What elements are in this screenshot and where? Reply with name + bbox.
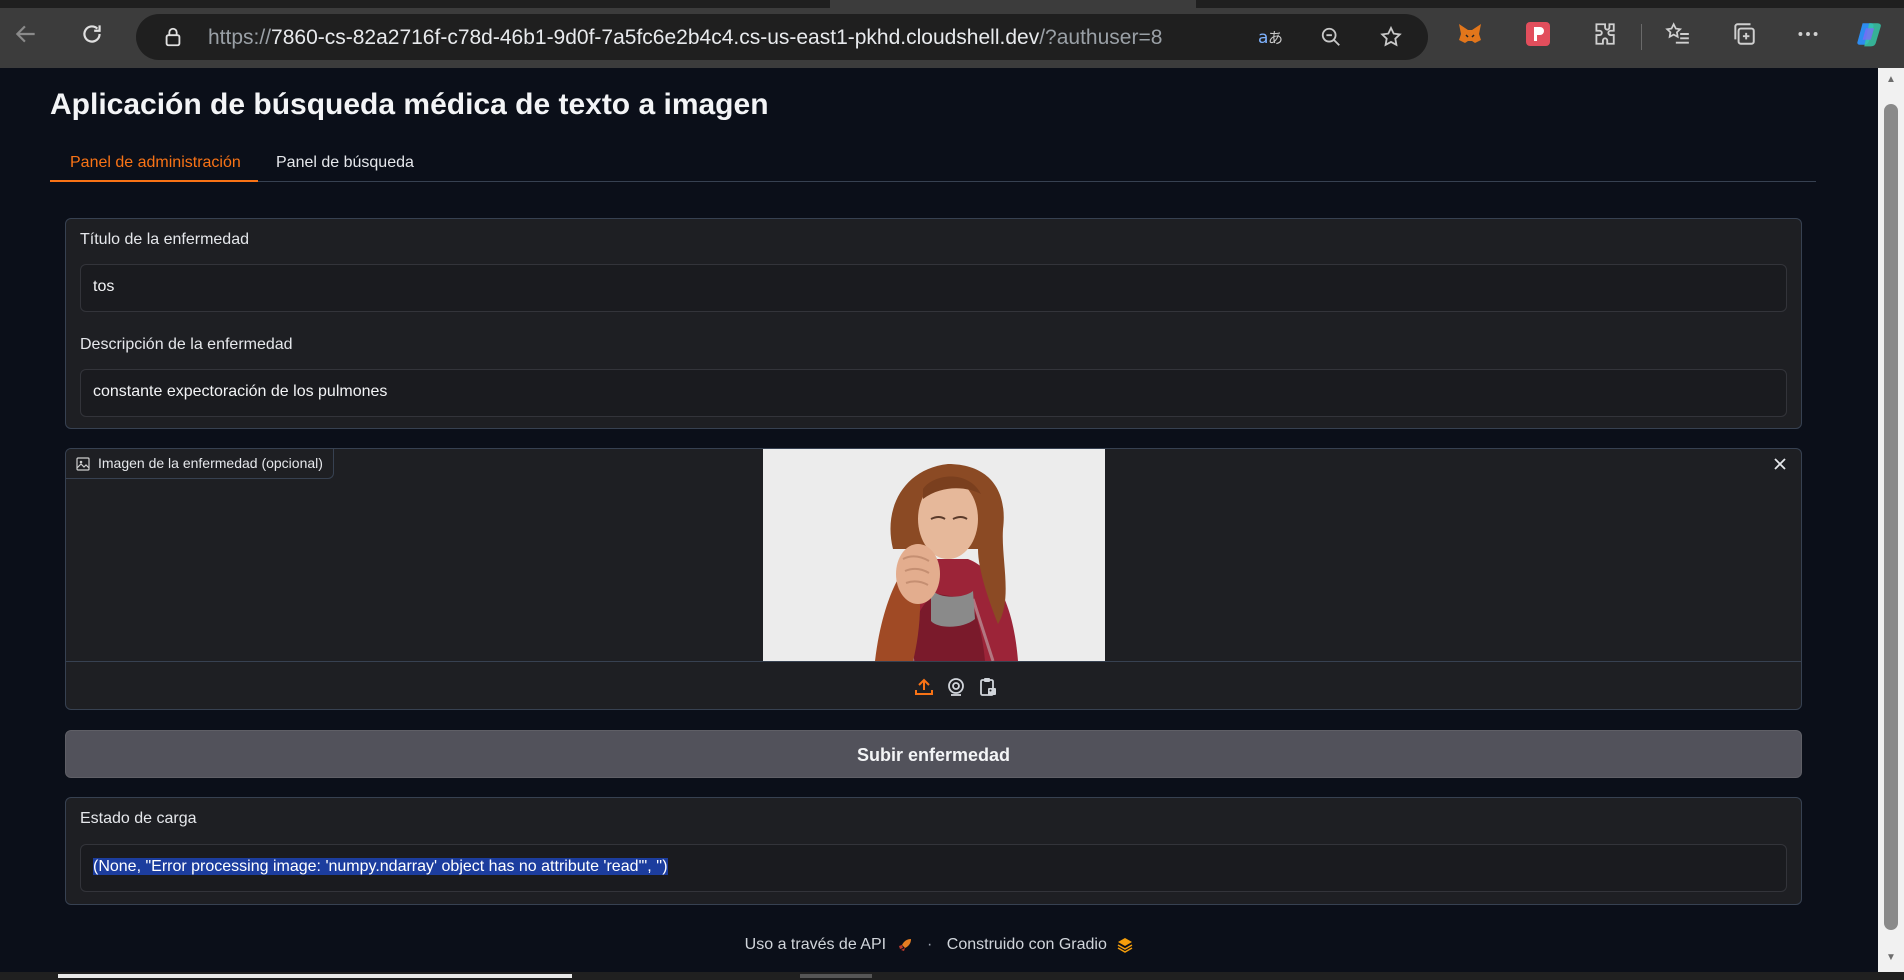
app-page: Aplicación de búsqueda médica de texto a… <box>0 68 1878 972</box>
svg-text:a: a <box>1258 28 1268 48</box>
api-link[interactable]: Uso a través de API <box>745 936 886 953</box>
url-host: 7860-cs-82a2716f-c78d-46b1-9d0f-7a5fc6e2… <box>271 26 1040 49</box>
footer: Uso a través de API · Construido con Gra… <box>0 936 1878 954</box>
refresh-button[interactable] <box>72 14 112 54</box>
upload-status-text[interactable]: (None, "Error processing image: 'numpy.n… <box>93 858 668 875</box>
scroll-down-icon[interactable]: ▼ <box>1885 952 1897 964</box>
built-with-gradio-link[interactable]: Construido con Gradio <box>947 936 1107 953</box>
image-source-toolbar <box>66 661 1801 709</box>
disease-description-input[interactable]: constante expectoración de los pulmones <box>80 369 1787 417</box>
tab-admin-panel[interactable]: Panel de administración <box>50 150 258 182</box>
webcam-icon <box>948 678 964 696</box>
metamask-extension-icon[interactable] <box>1456 20 1484 48</box>
image-icon <box>76 457 90 471</box>
copilot-icon[interactable] <box>1856 20 1884 48</box>
upload-status-block: Estado de carga (None, "Error processing… <box>65 797 1802 905</box>
upload-button[interactable] <box>913 676 935 698</box>
submit-disease-button[interactable]: Subir enfermedad <box>65 730 1802 778</box>
url-path: /?authuser=8 <box>1039 26 1163 49</box>
address-bar[interactable]: https://7860-cs-82a2716f-c78d-46b1-9d0f-… <box>136 14 1428 60</box>
tab-strip <box>1196 0 1904 8</box>
horizontal-scroll-thumb[interactable] <box>58 974 572 978</box>
clipboard-paste-button[interactable] <box>977 676 999 698</box>
pocket-extension-icon[interactable] <box>1524 20 1552 48</box>
disease-title-label: Título de la enfermedad <box>80 231 249 248</box>
webcam-button[interactable] <box>945 676 967 698</box>
uploaded-disease-image <box>763 449 1105 661</box>
upload-status-output[interactable]: (None, "Error processing image: 'numpy.n… <box>80 844 1787 892</box>
collections-icon[interactable] <box>1730 20 1758 48</box>
favorite-star-icon[interactable] <box>1378 24 1404 50</box>
disease-title-input[interactable]: tos <box>80 264 1787 312</box>
translate-icon[interactable]: aあ <box>1258 24 1284 50</box>
clear-image-button[interactable] <box>1769 453 1791 475</box>
horizontal-scrollbar[interactable] <box>0 972 1904 980</box>
url-text[interactable]: https://7860-cs-82a2716f-c78d-46b1-9d0f-… <box>208 26 1162 50</box>
tab-bar: Panel de administración Panel de búsqued… <box>50 150 1816 182</box>
extensions-puzzle-icon[interactable] <box>1590 20 1618 48</box>
disease-description-label: Descripción de la enfermedad <box>80 336 293 353</box>
gradio-logo-icon <box>1117 938 1133 953</box>
close-icon <box>1774 458 1786 470</box>
rocket-icon <box>898 939 911 951</box>
toolbar-separator <box>1641 24 1642 50</box>
disease-form-block: Título de la enfermedad tos Descripción … <box>65 218 1802 429</box>
tab-strip <box>0 0 830 8</box>
page-title: Aplicación de búsqueda médica de texto a… <box>50 88 769 121</box>
favorites-list-icon[interactable] <box>1664 20 1692 48</box>
refresh-icon <box>83 25 101 43</box>
svg-text:あ: あ <box>1268 29 1283 47</box>
back-button[interactable] <box>6 14 46 54</box>
more-menu-icon[interactable] <box>1794 20 1822 48</box>
horizontal-scroll-segment <box>800 974 872 978</box>
page-scrollbar[interactable]: ▲ ▼ <box>1878 68 1904 972</box>
image-input-label: Imagen de la enfermedad (opcional) <box>66 449 334 479</box>
image-input-label-text: Imagen de la enfermedad (opcional) <box>98 455 323 471</box>
upload-icon <box>915 678 933 695</box>
browser-toolbar: https://7860-cs-82a2716f-c78d-46b1-9d0f-… <box>0 0 1904 68</box>
scrollbar-thumb[interactable] <box>1884 104 1898 930</box>
url-prefix: https:// <box>208 26 272 49</box>
disease-image-upload[interactable]: Imagen de la enfermedad (opcional) <box>65 448 1802 710</box>
back-arrow-icon <box>15 25 35 43</box>
footer-separator: · <box>926 936 933 953</box>
upload-status-label: Estado de carga <box>80 810 197 827</box>
lock-icon[interactable] <box>162 26 184 48</box>
clipboard-icon <box>980 678 996 696</box>
tab-search-panel[interactable]: Panel de búsqueda <box>276 150 436 182</box>
zoom-out-icon[interactable] <box>1318 24 1344 50</box>
scroll-up-icon[interactable]: ▲ <box>1885 74 1897 86</box>
